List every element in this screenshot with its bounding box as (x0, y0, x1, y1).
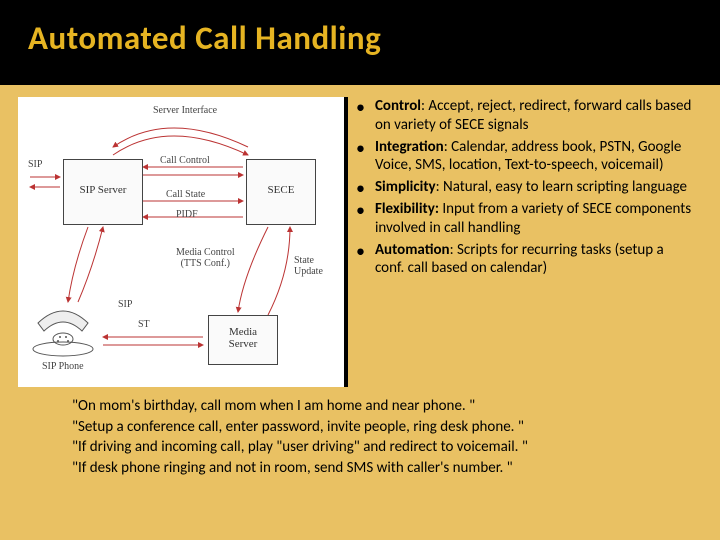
box-sip-server: SIP Server (63, 159, 143, 225)
bullet-text: Automation: Scripts for recurring tasks … (375, 241, 696, 279)
label-st: ST (138, 319, 150, 330)
architecture-diagram: Server Interface SIP SIP Server Call Con… (18, 97, 348, 387)
list-item: • Flexibility: Input from a variety of S… (356, 200, 696, 238)
bullet-icon: • (356, 139, 365, 157)
bullet-icon: • (356, 98, 365, 116)
bullet-text: Simplicity: Natural, easy to learn scrip… (375, 178, 687, 197)
bullet-text: Control: Accept, reject, redirect, forwa… (375, 97, 696, 135)
label-slp: SIP (118, 299, 132, 310)
quote-line: "Setup a conference call, enter password… (72, 418, 680, 438)
label-sip-phone: SIP Phone (42, 361, 84, 372)
content-row: Server Interface SIP SIP Server Call Con… (0, 85, 720, 395)
quote-line: "If driving and incoming call, play "use… (72, 438, 680, 458)
quote-line: "On mom's birthday, call mom when I am h… (72, 397, 680, 417)
bullet-text: Flexibility: Input from a variety of SEC… (375, 200, 696, 238)
example-quotes: "On mom's birthday, call mom when I am h… (0, 395, 720, 478)
box-sece: SECE (246, 159, 316, 225)
bullet-icon: • (356, 201, 365, 219)
label-media-control: Media Control (TTS Conf.) (176, 247, 235, 269)
bullet-list: • Control: Accept, reject, redirect, for… (354, 97, 702, 387)
content-panel: Server Interface SIP SIP Server Call Con… (0, 85, 720, 540)
list-item: • Integration: Calendar, address book, P… (356, 138, 696, 176)
list-item: • Automation: Scripts for recurring task… (356, 241, 696, 279)
label-call-state: Call State (166, 189, 205, 200)
quote-line: "If desk phone ringing and not in room, … (72, 459, 680, 479)
label-state-update: State Update (294, 255, 323, 277)
bullet-icon: • (356, 242, 365, 260)
label-sip: SIP (28, 159, 42, 170)
slide-title: Automated Call Handling (0, 0, 720, 64)
bullet-text: Integration: Calendar, address book, PST… (375, 138, 696, 176)
list-item: • Simplicity: Natural, easy to learn scr… (356, 178, 696, 197)
box-media-server: Media Server (208, 315, 278, 365)
label-call-control: Call Control (160, 155, 210, 166)
bullet-icon: • (356, 179, 365, 197)
phone-icon (28, 305, 98, 357)
label-server-interface: Server Interface (153, 105, 217, 116)
slide: Automated Call Handling (0, 0, 720, 540)
list-item: • Control: Accept, reject, redirect, for… (356, 97, 696, 135)
label-pidf: PIDF (176, 209, 198, 220)
